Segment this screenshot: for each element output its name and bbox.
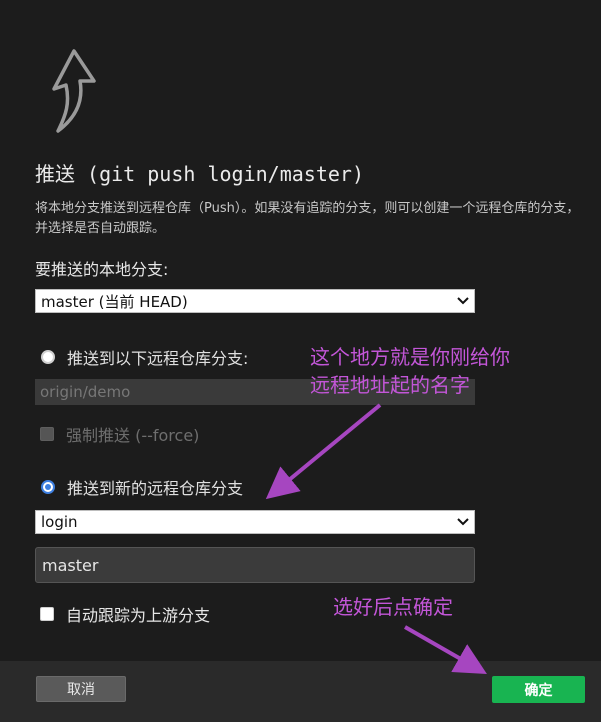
dialog-description: 将本地分支推送到远程仓库（Push）。如果没有追踪的分支，则可以创建一个远程仓库… (35, 201, 580, 236)
chevron-down-icon (452, 297, 474, 305)
annotation-confirm: 选好后点确定 (333, 595, 453, 619)
annotation-arrow-remote (265, 403, 382, 500)
push-new-label: 推送到新的远程仓库分支 (67, 479, 244, 498)
dialog-title: 推送 (git push login/master) (35, 162, 364, 186)
annotation-line-2: 远程地址起的名字 (310, 373, 470, 397)
force-push-row[interactable]: 强制推送 (--force) (40, 422, 199, 446)
push-existing-label: 推送到以下远程仓库分支: (67, 349, 249, 368)
chevron-down-icon (452, 518, 474, 526)
push-arrow-icon (52, 49, 96, 133)
local-branch-label: 要推送的本地分支: (35, 260, 169, 279)
ok-button[interactable]: 确定 (492, 676, 585, 703)
annotation-remote-name: 这个地方就是你刚给你 远程地址起的名字 (310, 343, 510, 399)
track-upstream-label: 自动跟踪为上游分支 (66, 606, 211, 625)
target-branch-input[interactable]: master (35, 547, 475, 583)
push-existing-radio[interactable] (41, 350, 55, 364)
track-upstream-row[interactable]: 自动跟踪为上游分支 (40, 602, 210, 626)
force-push-label: 强制推送 (--force) (66, 426, 200, 445)
local-branch-select[interactable]: master (当前 HEAD) (35, 289, 475, 313)
annotation-line-1: 这个地方就是你刚给你 (310, 345, 510, 369)
remote-select[interactable]: login (35, 510, 475, 534)
local-branch-value: master (当前 HEAD) (41, 292, 188, 311)
track-upstream-checkbox[interactable] (40, 607, 54, 621)
push-dialog: 推送 (git push login/master) 将本地分支推送到远程仓库（… (0, 0, 601, 722)
cancel-button[interactable]: 取消 (36, 676, 126, 702)
force-push-checkbox[interactable] (40, 427, 54, 441)
remote-select-value: login (41, 513, 78, 531)
push-new-radio-row[interactable]: 推送到新的远程仓库分支 (41, 475, 243, 499)
push-new-radio[interactable] (41, 480, 55, 494)
push-existing-radio-row[interactable]: 推送到以下远程仓库分支: (41, 345, 248, 369)
